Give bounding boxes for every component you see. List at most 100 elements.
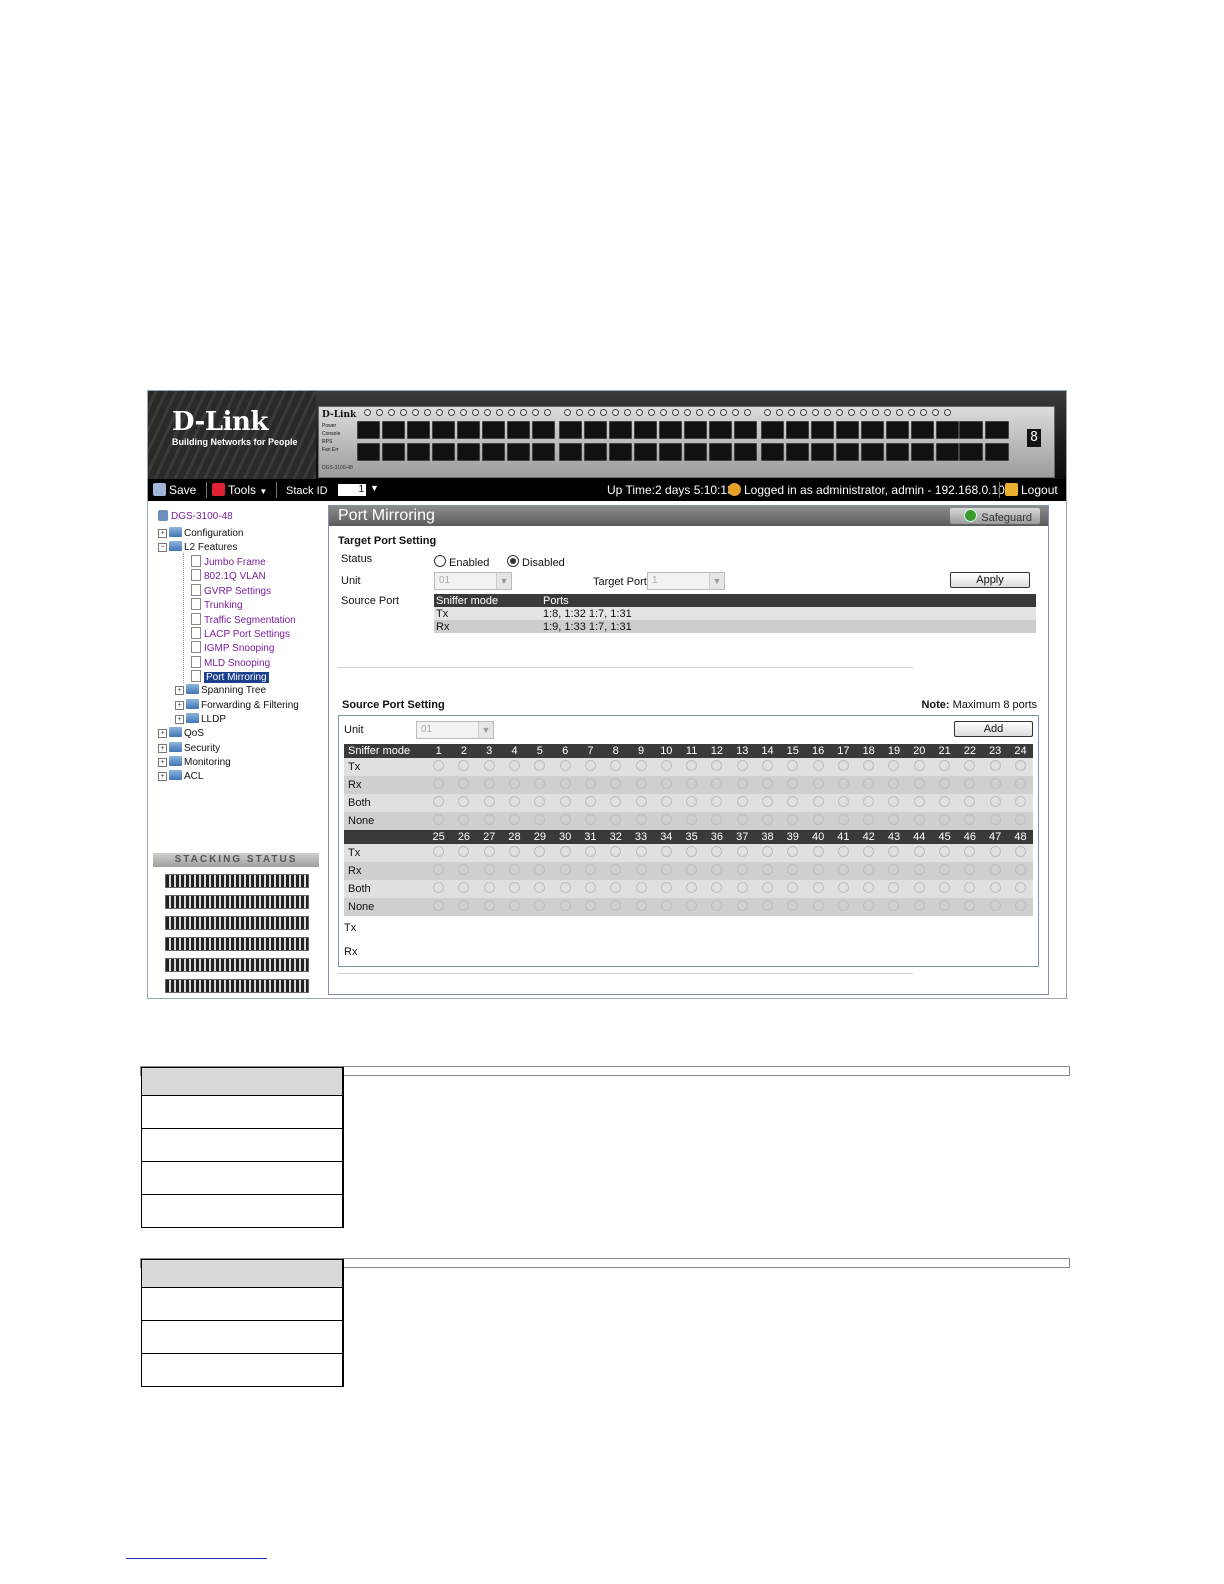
ethernet-port[interactable] xyxy=(559,421,582,439)
port-radio-button[interactable] xyxy=(1014,846,1026,857)
port-radio-button[interactable] xyxy=(939,814,951,825)
port-radio-button[interactable] xyxy=(483,778,495,789)
port-radio-button[interactable] xyxy=(863,864,875,875)
port-radio-button[interactable] xyxy=(736,814,748,825)
tree-item-vlan[interactable]: 802.1Q VLAN xyxy=(191,569,266,583)
tools-menu[interactable]: Tools ▼ xyxy=(212,483,267,497)
chevron-down-icon[interactable]: ▼ xyxy=(370,483,379,493)
port-radio-button[interactable] xyxy=(964,778,976,789)
ethernet-port[interactable] xyxy=(532,443,555,461)
port-radio-button[interactable] xyxy=(584,864,596,875)
port-radio-button[interactable] xyxy=(837,760,849,771)
port-radio-button[interactable] xyxy=(483,900,495,911)
port-radio-button[interactable] xyxy=(534,814,546,825)
port-radio-button[interactable] xyxy=(1014,778,1026,789)
ethernet-port[interactable] xyxy=(811,421,834,439)
port-radio-button[interactable] xyxy=(837,796,849,807)
radio-enabled[interactable]: Enabled xyxy=(434,555,489,569)
ethernet-port[interactable] xyxy=(886,421,909,439)
logout-button[interactable]: Logout xyxy=(1005,483,1058,497)
port-radio-button[interactable] xyxy=(989,814,1001,825)
port-radio-button[interactable] xyxy=(610,814,622,825)
ethernet-port[interactable] xyxy=(457,421,480,439)
port-radio-button[interactable] xyxy=(787,846,799,857)
tree-root[interactable]: DGS-3100-48 xyxy=(158,510,233,523)
collapse-icon[interactable]: − xyxy=(158,543,167,552)
tree-acl[interactable]: + ACL xyxy=(158,770,203,783)
tree-forwarding-filtering[interactable]: + Forwarding & Filtering xyxy=(175,699,299,712)
port-radio-button[interactable] xyxy=(610,796,622,807)
port-radio-button[interactable] xyxy=(559,882,571,893)
port-radio-button[interactable] xyxy=(989,760,1001,771)
tree-item-jumbo-frame[interactable]: Jumbo Frame xyxy=(191,555,266,569)
port-radio-button[interactable] xyxy=(964,864,976,875)
port-radio-button[interactable] xyxy=(787,882,799,893)
port-radio-button[interactable] xyxy=(433,900,445,911)
port-radio-button[interactable] xyxy=(584,900,596,911)
port-radio-button[interactable] xyxy=(458,760,470,771)
port-radio-button[interactable] xyxy=(888,760,900,771)
port-radio-button[interactable] xyxy=(939,846,951,857)
ethernet-port[interactable] xyxy=(709,421,732,439)
ethernet-port[interactable] xyxy=(959,421,983,439)
port-radio-button[interactable] xyxy=(913,760,925,771)
expand-icon[interactable]: + xyxy=(158,758,167,767)
port-radio-button[interactable] xyxy=(964,882,976,893)
port-radio-button[interactable] xyxy=(660,846,672,857)
port-radio-button[interactable] xyxy=(863,814,875,825)
port-radio-button[interactable] xyxy=(989,864,1001,875)
tree-monitoring[interactable]: + Monitoring xyxy=(158,756,231,769)
port-radio-button[interactable] xyxy=(888,796,900,807)
tree-l2-features[interactable]: − L2 Features xyxy=(158,541,237,554)
ethernet-port[interactable] xyxy=(761,421,784,439)
port-radio-button[interactable] xyxy=(787,814,799,825)
ethernet-port[interactable] xyxy=(584,443,607,461)
port-radio-button[interactable] xyxy=(559,814,571,825)
port-radio-button[interactable] xyxy=(711,846,723,857)
port-radio-button[interactable] xyxy=(863,778,875,789)
port-radio-button[interactable] xyxy=(736,882,748,893)
port-radio-button[interactable] xyxy=(433,846,445,857)
port-radio-button[interactable] xyxy=(660,864,672,875)
port-radio-button[interactable] xyxy=(863,796,875,807)
stack-unit-2[interactable] xyxy=(165,895,309,909)
port-radio-button[interactable] xyxy=(1014,760,1026,771)
port-radio-button[interactable] xyxy=(762,796,773,807)
port-radio-button[interactable] xyxy=(736,864,748,875)
port-radio-button[interactable] xyxy=(686,778,698,789)
port-radio-button[interactable] xyxy=(610,900,622,911)
ethernet-port[interactable] xyxy=(734,443,757,461)
port-radio-button[interactable] xyxy=(863,882,875,893)
port-radio-button[interactable] xyxy=(812,760,824,771)
port-radio-button[interactable] xyxy=(660,900,672,911)
port-radio-button[interactable] xyxy=(939,778,951,789)
port-radio-button[interactable] xyxy=(989,882,1001,893)
port-radio-button[interactable] xyxy=(610,864,622,875)
port-radio-button[interactable] xyxy=(509,900,521,911)
expand-icon[interactable]: + xyxy=(175,701,184,710)
port-radio-button[interactable] xyxy=(534,900,546,911)
port-radio-button[interactable] xyxy=(660,796,672,807)
expand-icon[interactable]: + xyxy=(158,744,167,753)
port-radio-button[interactable] xyxy=(1014,864,1026,875)
port-radio-button[interactable] xyxy=(458,814,470,825)
port-radio-button[interactable] xyxy=(635,796,647,807)
port-radio-button[interactable] xyxy=(610,846,622,857)
ethernet-port[interactable] xyxy=(734,421,757,439)
port-radio-button[interactable] xyxy=(610,778,622,789)
stack-id-select[interactable]: 1 xyxy=(338,484,366,496)
port-radio-button[interactable] xyxy=(686,760,698,771)
ethernet-port[interactable] xyxy=(432,443,455,461)
tree-spanning-tree[interactable]: + Spanning Tree xyxy=(175,684,266,697)
ethernet-port[interactable] xyxy=(609,443,632,461)
ethernet-port[interactable] xyxy=(786,421,809,439)
tree-security[interactable]: + Security xyxy=(158,742,220,755)
ethernet-port[interactable] xyxy=(861,443,884,461)
port-radio-button[interactable] xyxy=(458,796,470,807)
stack-unit-3[interactable] xyxy=(165,916,309,930)
port-radio-button[interactable] xyxy=(913,882,925,893)
port-radio-button[interactable] xyxy=(888,778,900,789)
port-radio-button[interactable] xyxy=(888,900,900,911)
ethernet-port[interactable] xyxy=(407,421,430,439)
ethernet-port[interactable] xyxy=(559,443,582,461)
